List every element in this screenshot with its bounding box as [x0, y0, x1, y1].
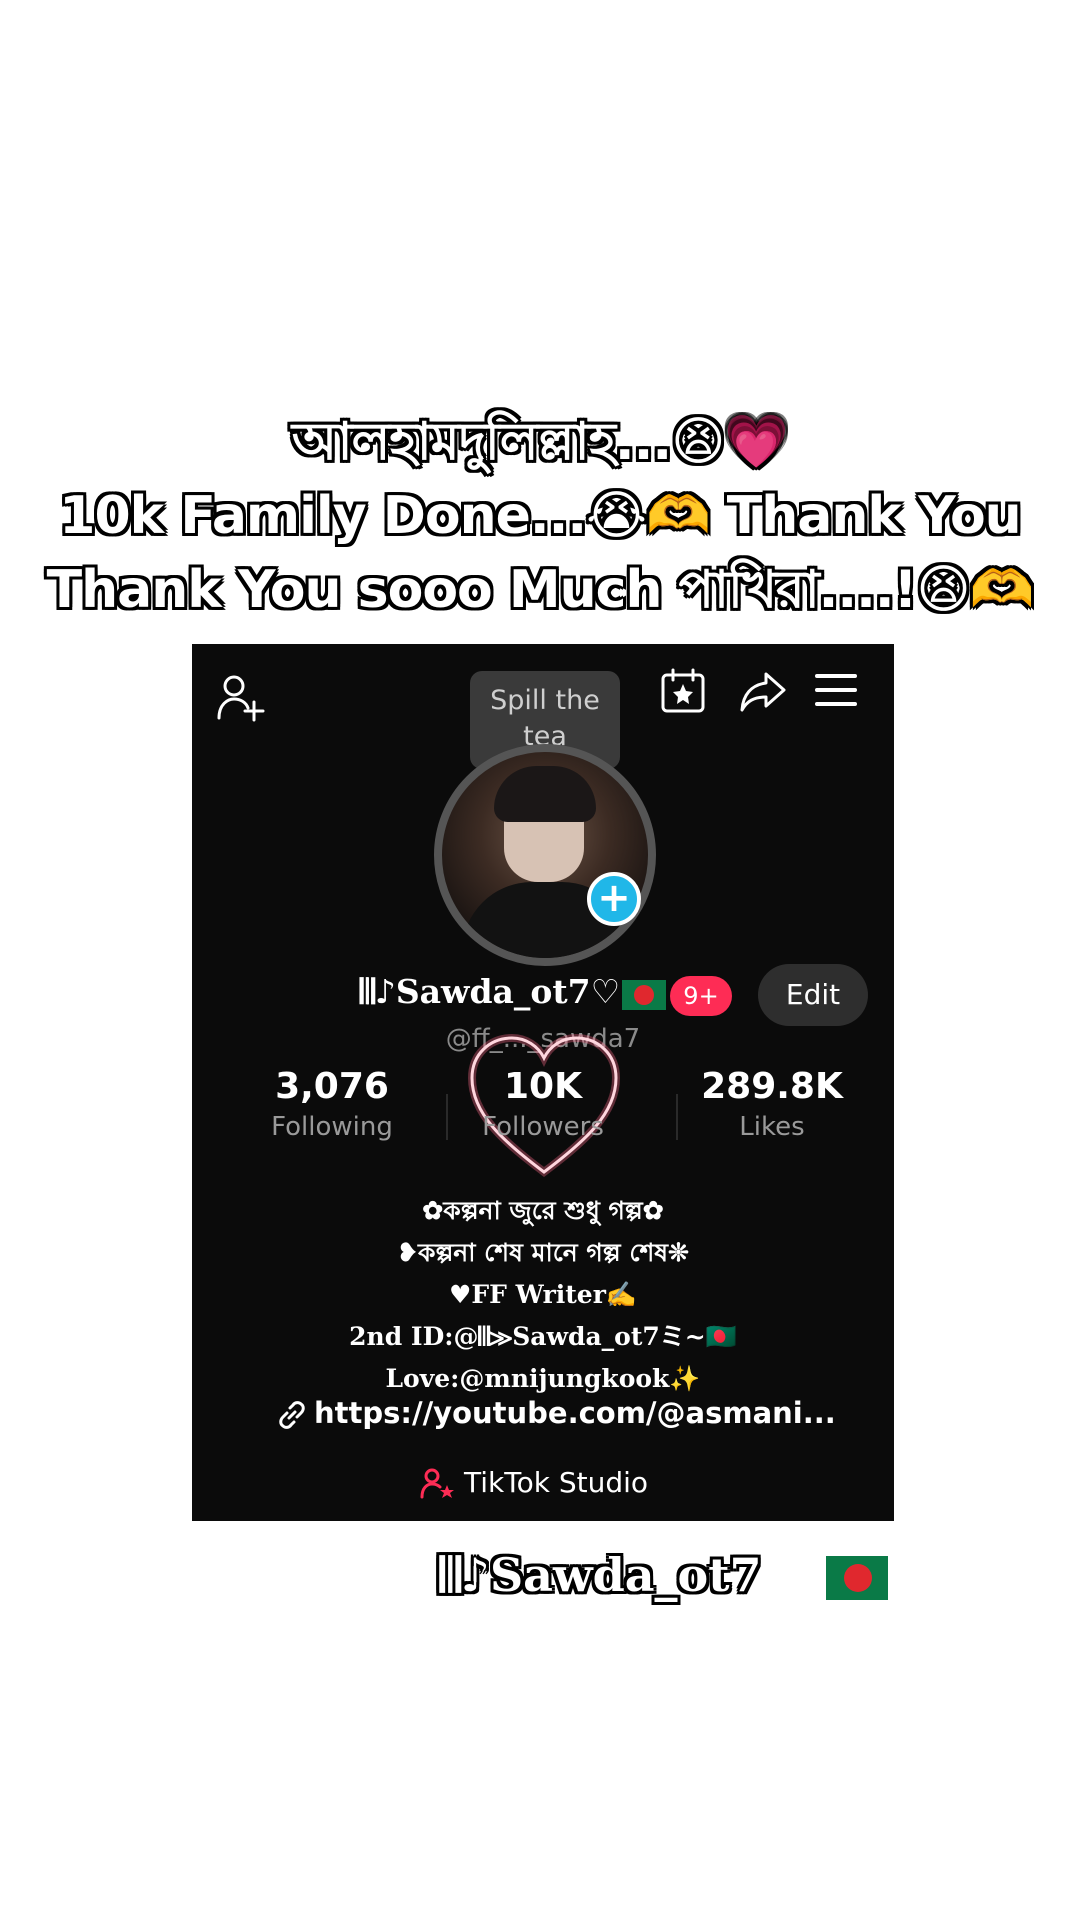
following-label: Following: [271, 1112, 393, 1142]
likes-count: 289.8K: [701, 1066, 843, 1107]
calendar-star-icon[interactable]: [658, 666, 708, 716]
add-user-icon[interactable]: [216, 672, 272, 724]
caption-text: আলহামদুলিল্লাহ...😫💗 10k Family Done...😭🫶…: [0, 405, 1080, 627]
studio-user-star-icon: [420, 1468, 454, 1499]
profile-link-text: https://youtube.com/@asmani...: [314, 1396, 836, 1430]
caption-line-1: আলহামদুলিল্লাহ...😫💗: [291, 412, 789, 472]
bio-line[interactable]: 2nd ID:@𝄃𝄂≫Sawda_ot7ミ~🇧🇩: [192, 1316, 894, 1358]
followers-count: 10K: [504, 1066, 582, 1107]
tiktok-studio-button[interactable]: TikTok Studio: [420, 1466, 648, 1501]
stat-likes[interactable]: 289.8K Likes: [672, 1064, 872, 1144]
notification-badge[interactable]: 9+: [670, 976, 732, 1016]
edit-button[interactable]: Edit: [758, 964, 868, 1026]
likes-label: Likes: [739, 1112, 805, 1142]
share-arrow-icon[interactable]: [738, 668, 788, 716]
followers-label: Followers: [482, 1112, 604, 1142]
bio-line: ❥কল্পনা শেষ মানে গল্প শেষ❊: [397, 1238, 689, 1267]
bottom-username-overlay: 𝄃𝄂♪Sawda_ot7: [440, 1548, 762, 1602]
bangladesh-flag-icon: [826, 1556, 888, 1600]
bio-line: ✿কল্পনা জুরে শুধু গল্প✿: [422, 1196, 664, 1225]
following-count: 3,076: [275, 1066, 389, 1107]
tooltip-line-1: Spill the: [490, 685, 600, 716]
bio-line: ♥FF Writer✍️: [449, 1280, 637, 1309]
tiktok-studio-label: TikTok Studio: [464, 1466, 649, 1499]
profile-screenshot: Spill the tea + 𝄃𝄂♪Sawda_ot7♡ 9+ Edit @f…: [192, 644, 894, 1521]
bio-line[interactable]: Love:@mnijungkook✨: [192, 1358, 894, 1400]
name-row: 𝄃𝄂♪Sawda_ot7♡ 9+ Edit: [192, 964, 894, 1026]
profile-stats: 3,076 Following 10K Followers 289.8K Lik…: [192, 1064, 894, 1184]
caption-line-3: Thank You sooo Much পাখিরা....!😫🫶: [46, 560, 1035, 620]
link-icon: [279, 1401, 305, 1429]
add-story-plus-icon[interactable]: +: [587, 872, 641, 926]
profile-link[interactable]: https://youtube.com/@asmani...: [276, 1396, 836, 1431]
hamburger-menu-icon[interactable]: [814, 670, 858, 710]
avatar[interactable]: [434, 744, 656, 966]
bangladesh-flag-icon: [622, 980, 666, 1010]
display-name: 𝄃𝄂♪Sawda_ot7♡: [360, 972, 621, 1011]
stat-following[interactable]: 3,076 Following: [232, 1064, 432, 1144]
profile-bio: ✿কল্পনা জুরে শুধু গল্প✿ ❥কল্পনা শেষ মানে…: [192, 1190, 894, 1400]
stat-followers[interactable]: 10K Followers: [443, 1064, 643, 1144]
caption-line-2: 10k Family Done...😭🫶 Thank You: [59, 486, 1021, 546]
